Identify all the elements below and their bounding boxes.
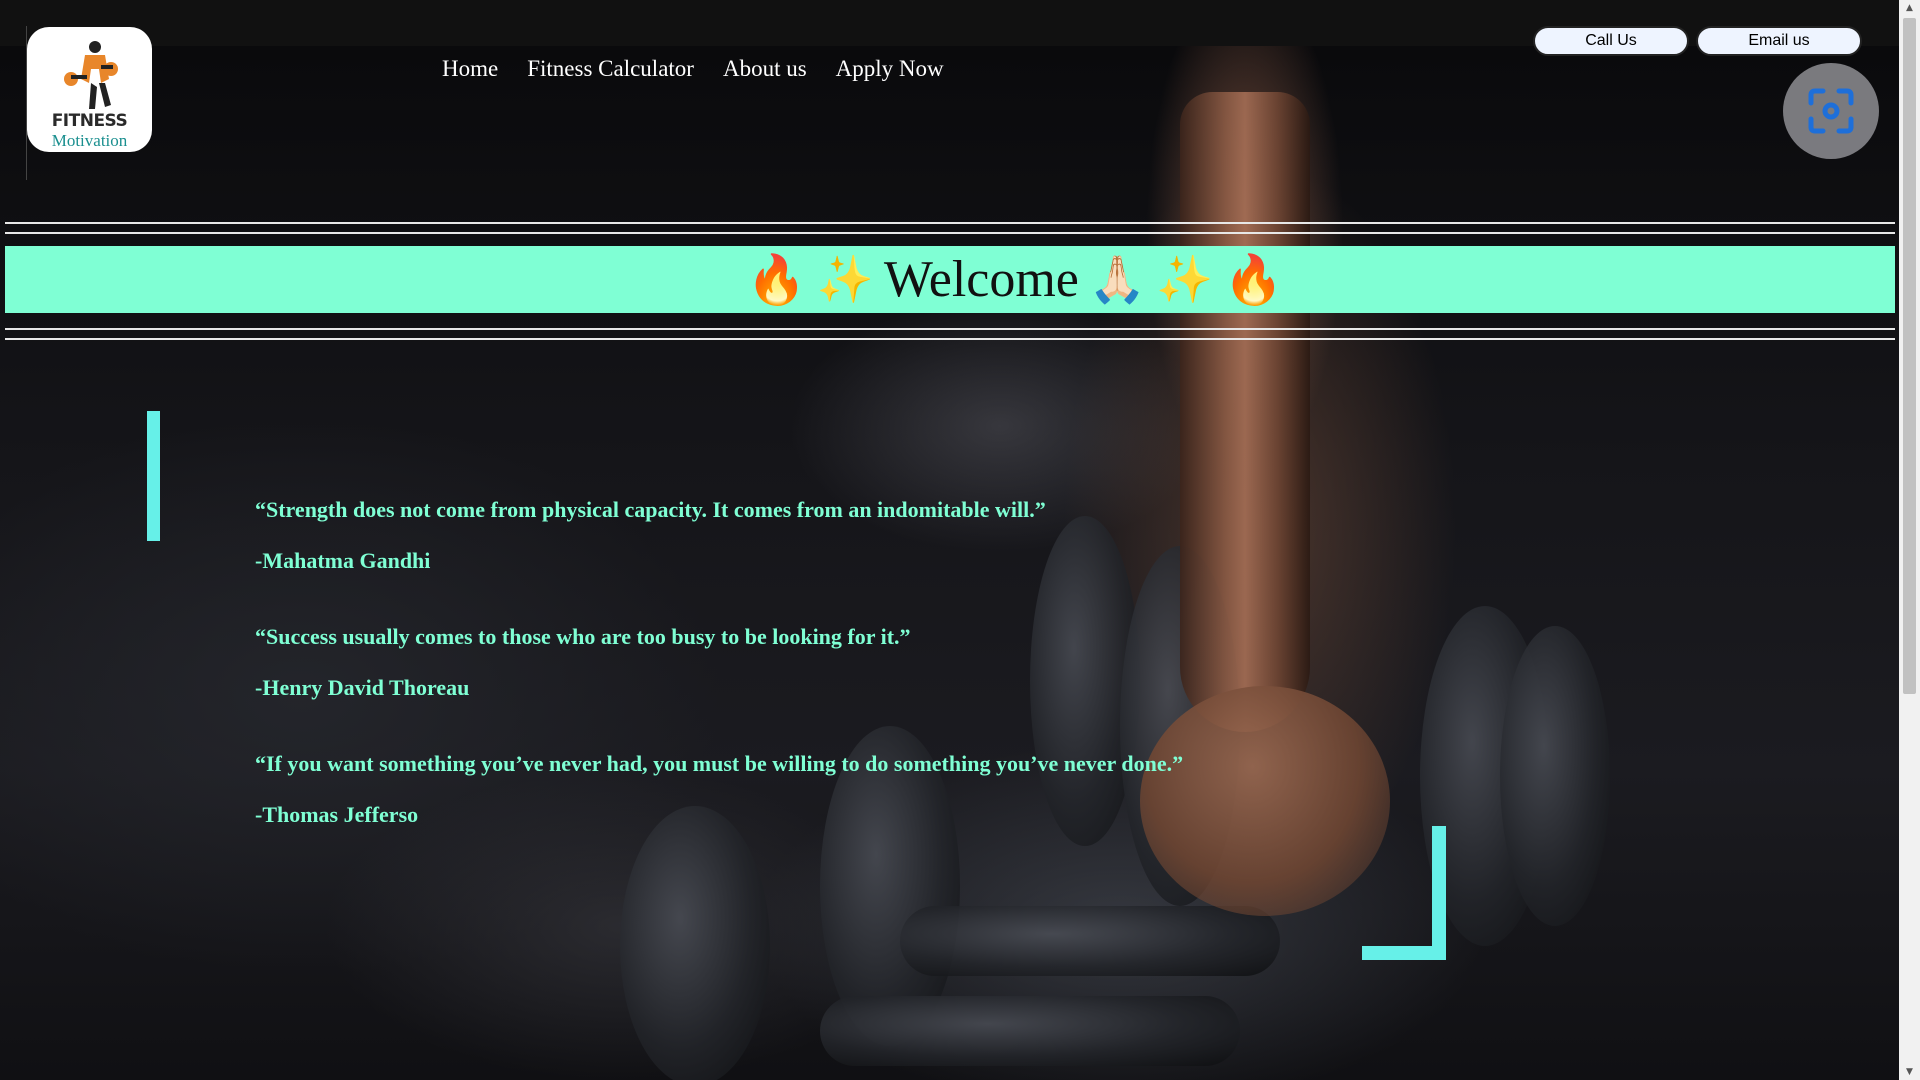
welcome-heading: 🔥 ✨ Welcome 🙏🏻 ✨ 🔥 [617, 250, 1283, 309]
quote-text: “Strength does not come from physical ca… [255, 497, 1046, 522]
fitness-figure-icon [64, 41, 118, 109]
fire-icon: 🔥 [1223, 254, 1284, 307]
scroll-up-arrow-icon[interactable]: ▲ [1899, 0, 1920, 16]
site-logo[interactable]: FITNESS Motivation [27, 27, 152, 152]
quotes-section: “Strength does not come from physical ca… [255, 496, 1455, 877]
divider-line [5, 328, 1895, 330]
quote-author: -Mahatma Gandhi [255, 548, 431, 573]
quote-text: “Success usually comes to those who are … [255, 624, 911, 649]
google-lens-icon[interactable] [1783, 63, 1879, 159]
divider-line [5, 222, 1895, 224]
quote: “Success usually comes to those who are … [255, 623, 1455, 702]
divider-line [5, 338, 1895, 340]
nav-fitness-calculator[interactable]: Fitness Calculator [527, 56, 694, 82]
scroll-thumb[interactable] [1903, 18, 1916, 694]
accent-corner-horizontal [1362, 946, 1446, 960]
call-us-button[interactable]: Call Us [1533, 26, 1689, 56]
quote: “If you want something you’ve never had,… [255, 750, 1455, 829]
welcome-text: Welcome [883, 251, 1079, 308]
scroll-down-arrow-icon[interactable]: ▼ [1899, 1064, 1920, 1080]
page: FITNESS Motivation Home Fitness Calculat… [0, 0, 1920, 1080]
main-nav: Home Fitness Calculator About us Apply N… [442, 56, 944, 82]
accent-bar [147, 411, 160, 541]
logo-subtitle: Motivation [51, 131, 128, 150]
welcome-banner: 🔥 ✨ Welcome 🙏🏻 ✨ 🔥 [5, 246, 1895, 313]
fire-icon: 🔥 [746, 254, 807, 307]
quote: “Strength does not come from physical ca… [255, 496, 1455, 575]
quote-author: -Henry David Thoreau [255, 675, 470, 700]
dumbbell-handle [900, 906, 1280, 976]
folded-hands-icon: 🙏🏻 [1088, 253, 1147, 305]
nav-about-us[interactable]: About us [723, 56, 807, 82]
divider-line [5, 232, 1895, 234]
sparkles-icon: ✨ [1156, 253, 1214, 305]
email-us-button[interactable]: Email us [1696, 26, 1862, 56]
nav-apply-now[interactable]: Apply Now [836, 56, 944, 82]
dumbbell-handle [820, 996, 1240, 1066]
lens-glyph [1808, 88, 1854, 134]
sparkles-icon: ✨ [816, 253, 874, 305]
quote-text: “If you want something you’ve never had,… [255, 751, 1184, 776]
quote-author: -Thomas Jefferso [255, 802, 419, 827]
vertical-scrollbar[interactable]: ▲ ▼ [1899, 0, 1920, 1080]
nav-home[interactable]: Home [442, 56, 498, 82]
logo-title: FITNESS [51, 111, 128, 131]
dumbbell-plate [1500, 626, 1610, 926]
